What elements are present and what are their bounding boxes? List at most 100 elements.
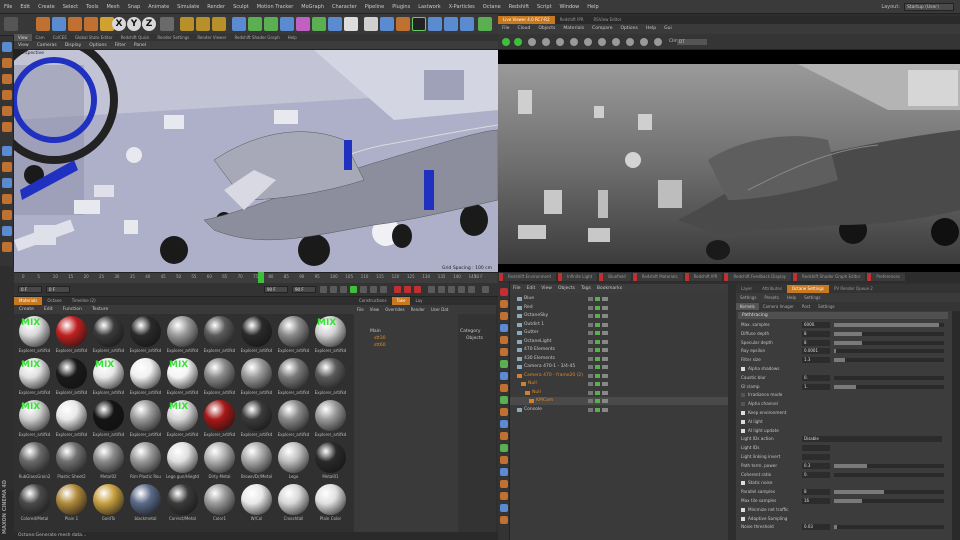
render-focus-icon[interactable] <box>598 38 606 46</box>
material-swatch[interactable]: Lego <box>275 440 312 482</box>
undo-icon[interactable] <box>4 17 18 31</box>
subdivision-icon[interactable] <box>264 17 278 31</box>
strip-icon-12[interactable] <box>500 420 508 428</box>
strip-icon-20[interactable] <box>500 516 508 524</box>
material-swatch[interactable]: Explorer_artifkd <box>238 314 275 356</box>
edges-mode-icon[interactable] <box>2 106 12 116</box>
material-swatch[interactable]: Brown/Dr/Metal <box>238 440 275 482</box>
take-menu-item[interactable]: File <box>354 305 367 314</box>
model-mode-icon[interactable] <box>2 58 12 68</box>
attribute-value[interactable]: 1.3 <box>802 357 830 364</box>
z-axis-lock[interactable]: Z <box>142 17 156 31</box>
render-lock-icon[interactable] <box>556 38 564 46</box>
viewport-menu-cameras[interactable]: Cameras <box>33 41 61 50</box>
attribute-value[interactable]: 0.0001 <box>802 348 830 355</box>
plugin-tab[interactable]: Redshift Shader Graph Editor <box>793 273 866 281</box>
attribute-slider[interactable] <box>834 340 944 345</box>
viewport-tab[interactable]: Redshift Shader Graph <box>230 34 283 41</box>
cube-icon[interactable] <box>232 17 246 31</box>
autokey-icon[interactable] <box>404 286 411 293</box>
x-axis-lock[interactable]: X <box>112 17 126 31</box>
menu-item-tools[interactable]: Tools <box>82 0 102 14</box>
attribute-subtab[interactable]: Help <box>783 294 800 301</box>
attribute-slider[interactable] <box>834 499 944 503</box>
attribute-checkbox[interactable] <box>741 481 745 486</box>
move-tool-icon[interactable] <box>36 17 50 31</box>
redshift-icon[interactable] <box>428 17 442 31</box>
play-icon[interactable] <box>350 286 357 293</box>
render-view-tab[interactable]: Live Viewer 4.0 RC7-R2 <box>498 16 555 24</box>
object-name[interactable]: KMCam <box>536 397 553 405</box>
menu-item-create[interactable]: Create <box>34 0 59 14</box>
pathtracing-section[interactable]: Pathtracing <box>738 312 948 319</box>
object-menu-edit[interactable]: Edit <box>524 284 539 293</box>
material-swatch[interactable]: Explorer_artifkd <box>201 356 238 398</box>
object-menu-objects[interactable]: Objects <box>555 284 578 293</box>
attribute-value[interactable]: 8 <box>802 339 830 346</box>
layout-select[interactable]: Startup (User) <box>904 3 954 11</box>
attribute-subtab[interactable]: Settings <box>814 303 838 310</box>
plugin-tab[interactable]: Redshift IPR <box>684 273 723 281</box>
strip-icon-4[interactable] <box>500 324 508 332</box>
render-start-icon[interactable] <box>502 38 510 46</box>
material-swatch[interactable]: Explorer_artifkd <box>312 398 349 440</box>
material-menu-texture[interactable]: Texture <box>87 305 113 314</box>
plugin-tab[interactable]: Bluefield <box>599 273 631 281</box>
render-settings-icon[interactable] <box>626 38 634 46</box>
object-name[interactable]: Null <box>532 389 541 397</box>
attribute-slider[interactable] <box>834 384 944 389</box>
attribute-subtab[interactable]: Presets <box>760 294 783 301</box>
take-row[interactable]: stt30 <box>374 335 386 342</box>
attribute-slider[interactable] <box>834 349 944 354</box>
object-menu-tags[interactable]: Tags <box>578 284 594 293</box>
menu-item-edit[interactable]: Edit <box>16 0 34 14</box>
attribute-checkbox[interactable] <box>741 367 745 371</box>
render-info-icon[interactable] <box>640 38 648 46</box>
material-swatch[interactable]: Explorer_artifkd <box>127 356 164 398</box>
strip-icon-6[interactable] <box>500 348 508 356</box>
strip-icon-2[interactable] <box>500 300 508 308</box>
object-row[interactable]: OctaneLight <box>510 338 728 346</box>
key-rotation-icon[interactable] <box>448 286 455 293</box>
floor-icon[interactable] <box>312 17 326 31</box>
material-swatch[interactable]: Explorer_artifkd <box>238 398 275 440</box>
object-name[interactable]: Console <box>524 406 542 414</box>
strip-icon-3[interactable] <box>500 312 508 320</box>
move-icon[interactable] <box>52 17 66 31</box>
render-region-icon[interactable] <box>570 38 578 46</box>
viewport-tab[interactable]: Help <box>284 34 301 41</box>
material-swatch[interactable]: Plain 1 <box>53 482 90 524</box>
attribute-scrollbar[interactable] <box>952 311 960 540</box>
material-swatch[interactable]: Explorer_artifkd <box>90 398 127 440</box>
keyframe-selection-icon[interactable] <box>414 286 421 293</box>
take-menu-item[interactable]: View <box>367 305 383 314</box>
redshift-light-icon[interactable] <box>444 17 458 31</box>
attribute-tab[interactable]: Octane Settings <box>786 284 829 293</box>
material-swatch[interactable]: Explorer_artifkd <box>275 398 312 440</box>
attribute-checkbox[interactable] <box>741 411 745 415</box>
viewport-menu-view[interactable]: View <box>14 41 33 50</box>
plugin-tab[interactable]: Preferences <box>867 273 905 281</box>
object-name[interactable]: OctaneLight <box>524 338 551 346</box>
menu-item-file[interactable]: File <box>0 0 16 14</box>
object-row[interactable]: 430 Elements <box>510 355 728 363</box>
redshift-camera-icon[interactable] <box>460 17 474 31</box>
menu-item-mograph[interactable]: MoGraph <box>297 0 328 14</box>
object-flags[interactable] <box>588 407 608 412</box>
plugin-tab[interactable]: Redshift Materials <box>632 273 683 281</box>
menu-item-lastwork[interactable]: Lastwork <box>414 0 445 14</box>
attribute-checkbox[interactable] <box>741 516 745 521</box>
render-menu-help[interactable]: Help <box>642 24 660 34</box>
menu-item-snap[interactable]: Snap <box>124 0 145 14</box>
material-swatch[interactable]: Explorer_artifkd <box>238 356 275 398</box>
attribute-value[interactable]: 1. <box>802 383 830 390</box>
material-swatch[interactable]: Explorer_artifkd <box>201 398 238 440</box>
material-swatch[interactable]: Explorer_artifkd <box>53 356 90 398</box>
material-swatch[interactable]: Colored/Metal <box>16 482 53 524</box>
material-swatch[interactable]: Metal01 <box>312 440 349 482</box>
attribute-value[interactable]: 0. <box>802 374 830 381</box>
attribute-value[interactable]: 8 <box>802 330 830 337</box>
attribute-value[interactable]: 0. <box>802 471 830 478</box>
preview-max-field[interactable]: 90 F <box>264 286 288 293</box>
prev-key-icon[interactable] <box>330 286 337 293</box>
